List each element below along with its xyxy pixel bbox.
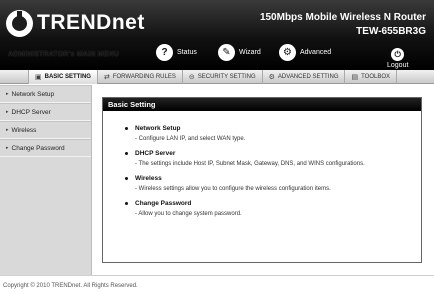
sidebar-item-label: Change Password — [11, 144, 65, 152]
tab-advanced-setting[interactable]: ⚙ ADVANCED SETTING — [263, 69, 346, 84]
tab-label: SECURITY SETTING — [197, 73, 256, 80]
section-title: Network Setup — [135, 125, 181, 132]
nav-advanced-label: Advanced — [300, 49, 332, 56]
section-title-row: Network Setup — [125, 125, 421, 132]
bullet-icon — [125, 202, 128, 205]
section-description: - Configure LAN IP, and select WAN type. — [135, 136, 246, 142]
header-bar: TRENDnet 150Mbps Mobile Wireless N Route… — [0, 0, 434, 70]
tab-label: FORWARDING RULES — [112, 73, 176, 80]
section-title: Change Password — [135, 200, 192, 207]
section-description: - Allow you to change system password. — [135, 211, 242, 217]
tab-forwarding-rules[interactable]: ⇄ FORWARDING RULES — [98, 69, 183, 84]
section-title-row: DHCP Server — [125, 150, 421, 157]
section-wireless: Wireless - Wireless settings allow you t… — [125, 175, 421, 192]
security-icon: ⊝ — [188, 73, 195, 81]
panel-title: Basic Setting — [103, 98, 421, 111]
section-title: DHCP Server — [135, 150, 176, 157]
copyright-text: Copyright © 2010 TRENDnet. All Rights Re… — [3, 283, 138, 289]
bullet-icon: ▸ — [6, 109, 9, 115]
sidebar-item-network-setup[interactable]: ▸ Network Setup — [0, 85, 91, 103]
tab-toolbox[interactable]: ▤ TOOLBOX — [345, 69, 398, 84]
bullet-icon — [125, 127, 128, 130]
panel-body: Network Setup - Configure LAN IP, and se… — [103, 111, 421, 217]
sidebar-item-wireless[interactable]: ▸ Wireless — [0, 121, 91, 139]
tab-security-setting[interactable]: ⊝ SECURITY SETTING — [183, 69, 263, 84]
bullet-icon: ▸ — [6, 145, 9, 151]
nav-advanced-button[interactable]: ⚙ Advanced — [279, 44, 331, 61]
nav-logout-label: Logout — [387, 62, 409, 69]
nav-logout-button[interactable]: ⏻ Logout — [387, 48, 408, 69]
bullet-icon: ▸ — [6, 91, 9, 97]
toolbox-icon: ▤ — [351, 73, 359, 81]
admin-menu-label: ADMINISTRATOR's MAIN MENU — [8, 51, 120, 58]
sidebar-item-label: DHCP Server — [11, 108, 51, 116]
tab-label: TOOLBOX — [361, 73, 391, 80]
section-title-row: Wireless — [125, 175, 421, 182]
forwarding-icon: ⇄ — [103, 73, 110, 81]
section-change-password: Change Password - Allow you to change sy… — [125, 200, 421, 217]
tab-basic-setting[interactable]: ▣ BASIC SETTING — [28, 69, 98, 84]
section-title: Wireless — [135, 175, 162, 182]
trendnet-logo[interactable]: TRENDnet — [6, 8, 145, 38]
basic-setting-panel: Basic Setting Network Setup - Configure … — [102, 97, 422, 263]
sidebar-item-label: Wireless — [11, 126, 37, 134]
nav-status-label: Status — [177, 49, 197, 56]
brand-name: TRENDnet — [37, 11, 145, 34]
main-content: Basic Setting Network Setup - Configure … — [92, 85, 434, 275]
sidebar-item-dhcp-server[interactable]: ▸ DHCP Server — [0, 103, 91, 121]
section-description: - The settings include Host IP, Subnet M… — [135, 161, 365, 167]
tab-label: BASIC SETTING — [44, 73, 91, 80]
power-icon: ⏻ — [391, 48, 405, 61]
nav-status-button[interactable]: ? Status — [156, 44, 197, 61]
sidebar-item-change-password[interactable]: ▸ Change Password — [0, 139, 91, 157]
trendnet-logo-icon — [6, 9, 33, 37]
footer: Copyright © 2010 TRENDnet. All Rights Re… — [0, 275, 434, 294]
bullet-icon: ▸ — [6, 127, 9, 133]
status-icon: ? — [156, 44, 173, 61]
section-description: - Wireless settings allow you to configu… — [135, 186, 331, 192]
sidebar-item-label: Network Setup — [11, 90, 55, 98]
product-name: 150Mbps Mobile Wireless N Router — [259, 12, 426, 23]
sidebar: ▸ Network Setup ▸ DHCP Server ▸ Wireless… — [0, 85, 92, 275]
product-title: 150Mbps Mobile Wireless N Router TEW-655… — [260, 11, 426, 39]
nav-wizard-button[interactable]: ✎ Wizard — [218, 44, 261, 61]
section-dhcp-server: DHCP Server - The settings include Host … — [125, 150, 421, 167]
advanced-setting-icon: ⚙ — [268, 73, 275, 81]
bullet-icon — [125, 152, 128, 155]
gears-icon: ⚙ — [279, 44, 296, 61]
product-model: TEW-655BR3G — [356, 26, 426, 37]
tab-label: ADVANCED SETTING — [277, 73, 339, 80]
basic-setting-icon: ▣ — [35, 73, 42, 81]
bullet-icon — [125, 177, 128, 180]
section-title-row: Change Password — [125, 200, 421, 207]
section-network-setup: Network Setup - Configure LAN IP, and se… — [125, 125, 421, 142]
wizard-icon: ✎ — [218, 44, 235, 61]
nav-wizard-label: Wizard — [239, 49, 261, 56]
main-tab-bar: ▣ BASIC SETTING ⇄ FORWARDING RULES ⊝ SEC… — [0, 69, 434, 84]
